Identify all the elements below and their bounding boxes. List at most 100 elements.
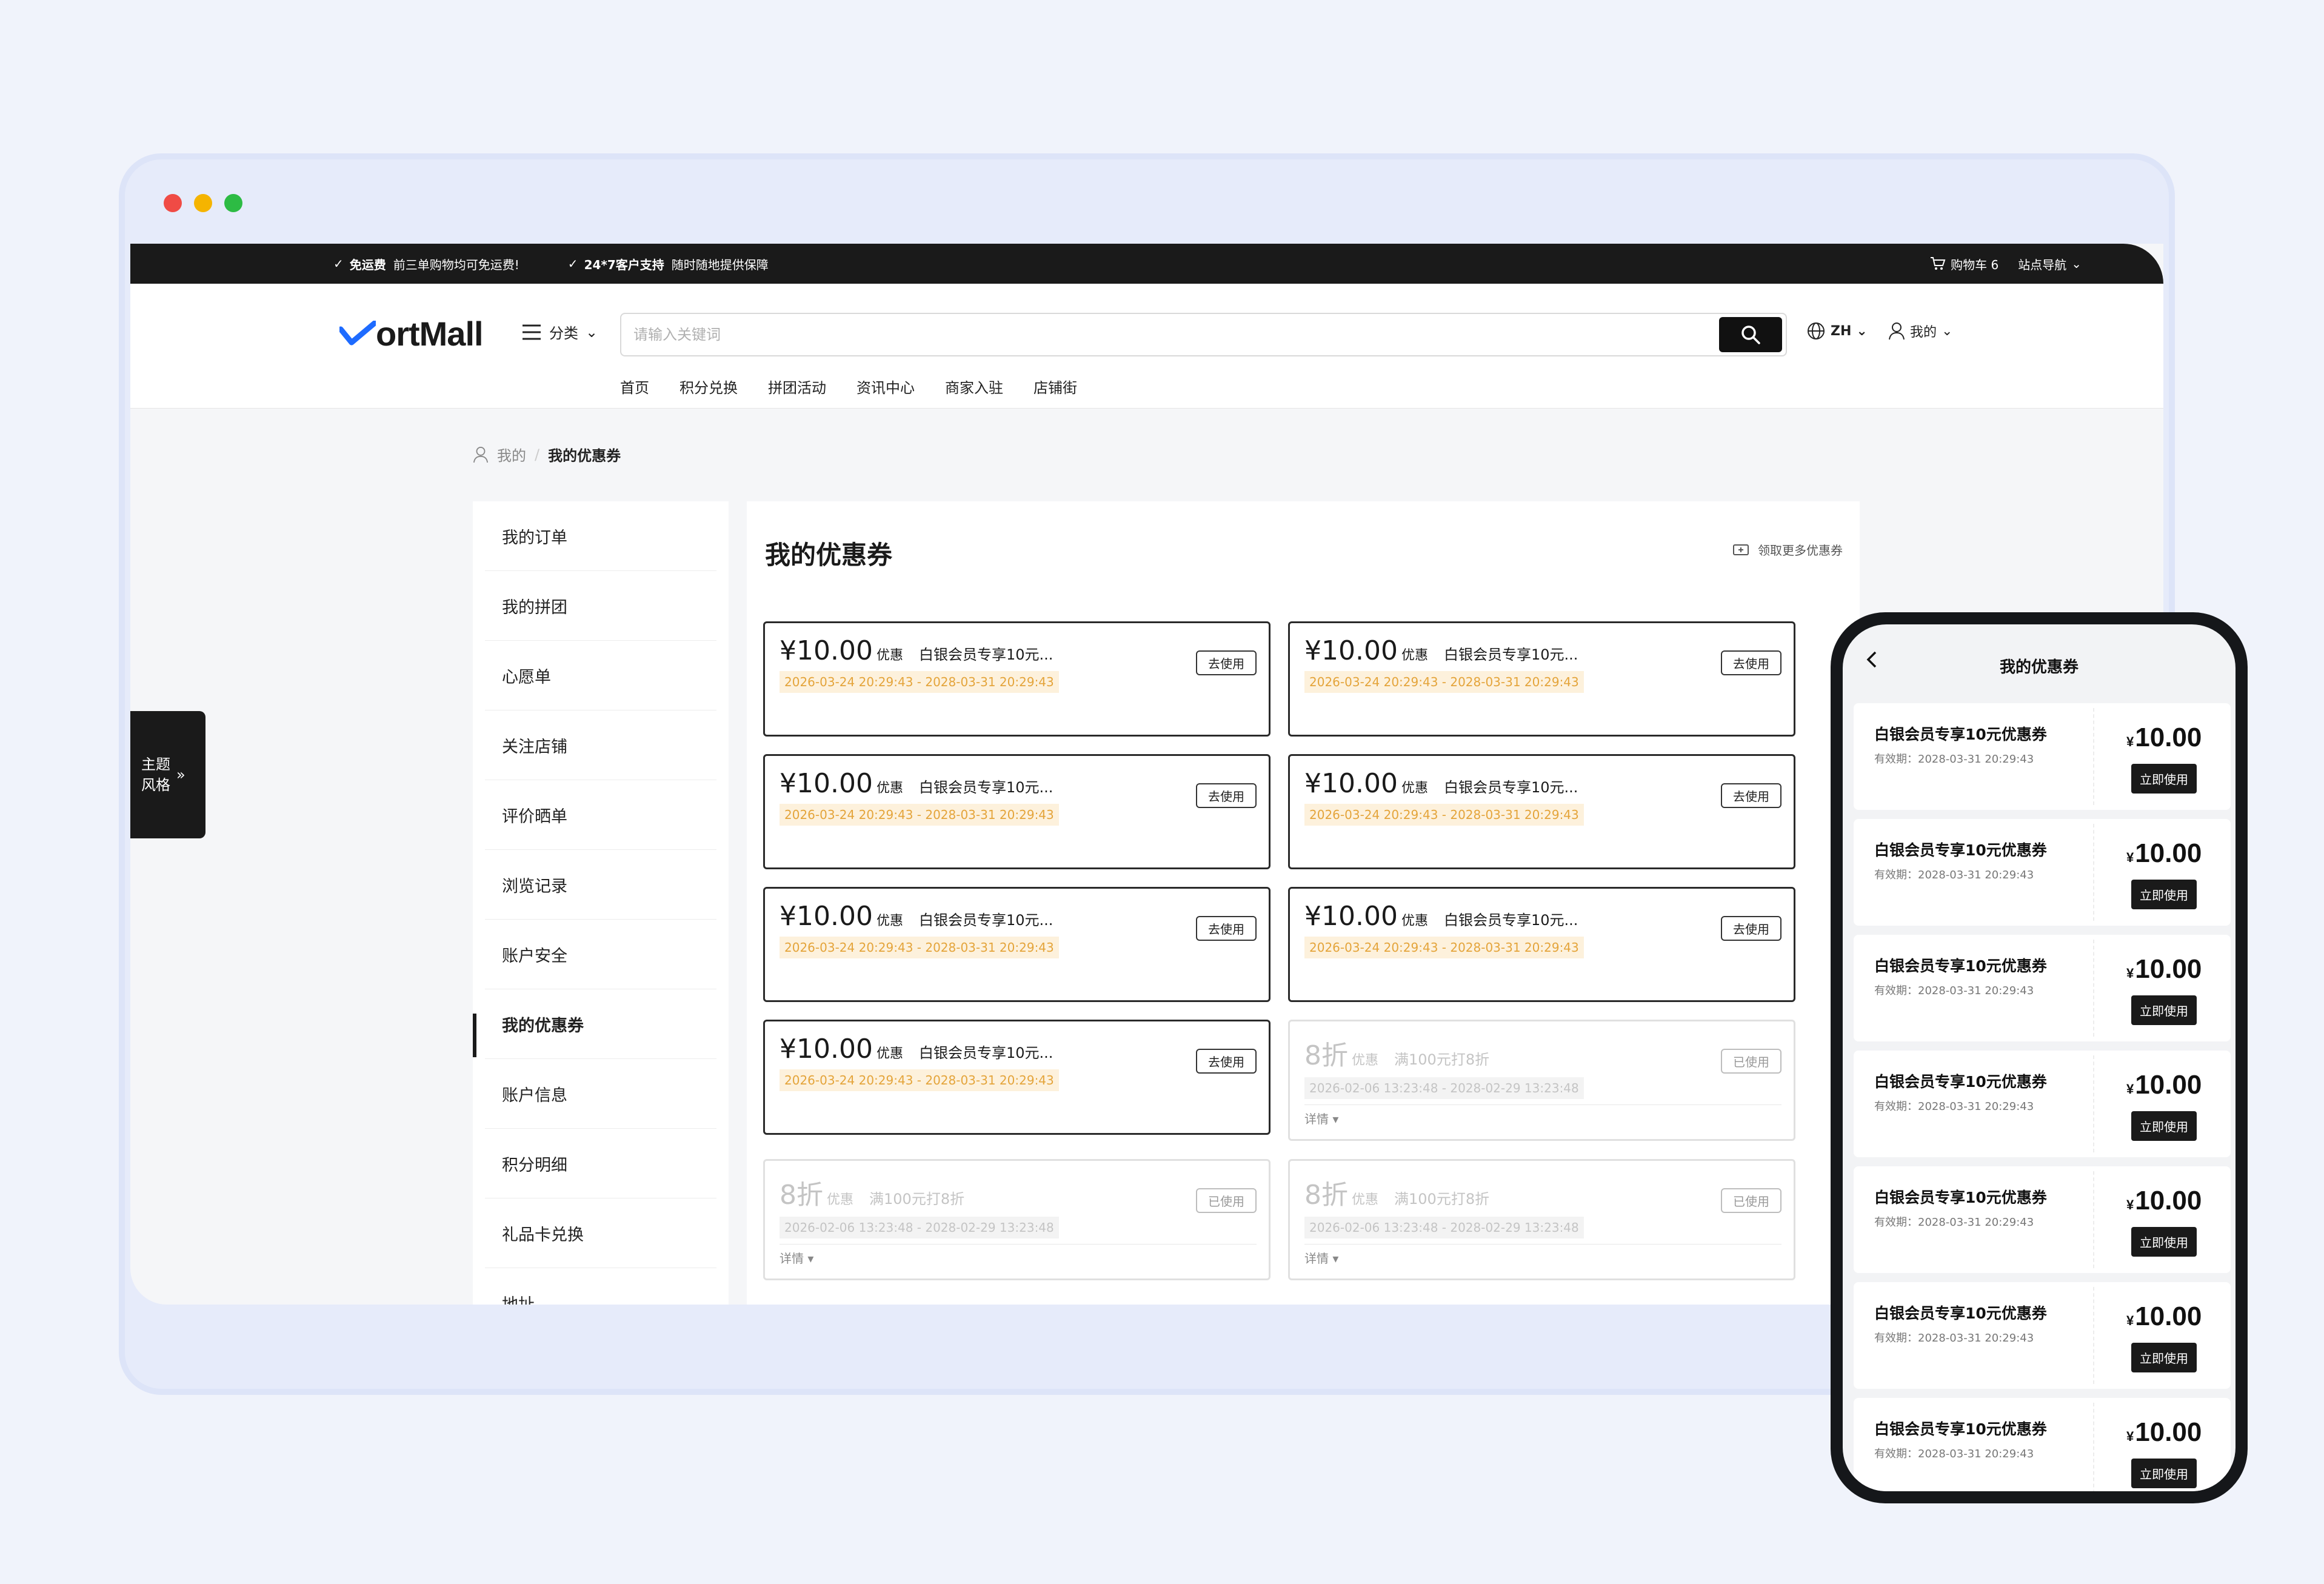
sidebar-item-account-info[interactable]: 账户信息 [485,1059,716,1129]
use-now-button[interactable]: 立即使用 [2131,995,2197,1025]
get-more-coupons-link[interactable]: 领取更多优惠券 [1732,541,1843,558]
phone-page-title: 我的优惠券 [1999,658,2079,677]
phone-coupon-card: 白银会员专享10元优惠券 有效期：2028-03-31 20:29:43 ¥10… [1854,1398,2231,1491]
phone-coupon-card: 白银会员专享10元优惠券 有效期：2028-03-31 20:29:43 ¥10… [1854,1282,2231,1389]
search-button[interactable] [1719,317,1782,352]
nav-item-points[interactable]: 积分兑换 [680,376,738,397]
sidebar-item-wishlist[interactable]: 心愿单 [485,641,716,710]
use-coupon-button[interactable]: 去使用 [1721,783,1781,808]
breadcrumb-parent[interactable]: 我的 [497,444,526,465]
used-coupon-card: 8折 优惠 满100元打8折 2026-02-06 13:23:48 - 2028-… [1288,1020,1795,1141]
nav-item-shops[interactable]: 店铺街 [1033,376,1077,397]
maximize-dot[interactable] [224,194,242,212]
logo-mark-icon [339,320,376,345]
coupon-detail-toggle[interactable]: 详情 ▾ [1304,1249,1338,1266]
sidebar-item-security[interactable]: 账户安全 [485,920,716,989]
logo-text: ortMall [376,315,484,353]
account-label: 我的 [1910,325,1937,340]
phone-coupon-card: 白银会员专享10元优惠券 有效期：2028-03-31 20:29:43 ¥10… [1854,1051,2231,1157]
use-coupon-button[interactable]: 去使用 [1196,650,1257,675]
phone-coupon-price: ¥10.00 [2126,1186,2202,1216]
theme-style-toggle[interactable]: 主题 风格 » [130,711,205,838]
sidebar-item-orders[interactable]: 我的订单 [485,501,716,571]
phone-coupon-price: ¥10.00 [2126,838,2202,869]
coupon-amount: 8折 [1304,1180,1348,1211]
sidebar-item-group-buy[interactable]: 我的拼团 [485,571,716,641]
use-now-button[interactable]: 立即使用 [2131,764,2197,794]
coupon-date: 2026-03-24 20:29:43 - 2028-03-31 20:29:4… [780,1069,1059,1091]
close-dot[interactable] [164,194,182,212]
used-coupon-card: 8折 优惠 满100元打8折 2026-02-06 13:23:48 - 2028-… [763,1159,1271,1280]
page-title: 我的优惠券 [765,540,893,570]
use-coupon-button[interactable]: 去使用 [1196,1049,1257,1074]
main-nav: 首页 积分兑换 拼团活动 资讯中心 商家入驻 店铺街 [620,376,1077,397]
account-sidebar: 我的订单 我的拼团 心愿单 关注店铺 评价晒单 浏览记录 账户安全 我的优惠券 … [473,501,729,1305]
nav-item-group-buy[interactable]: 拼团活动 [768,376,826,397]
use-now-button[interactable]: 立即使用 [2131,1459,2197,1488]
sidebar-item-address[interactable]: 地址 [485,1268,716,1305]
coupon-card: ¥10.00 优惠 白银会员专享10元... 2026-03-24 20:29:43… [763,887,1271,1002]
get-more-coupons-label: 领取更多优惠券 [1758,543,1843,558]
coupon-unit: 优惠 [1401,781,1428,796]
phone-coupon-name: 白银会员专享10元优惠券 [1874,1073,2047,1091]
language-switcher[interactable]: ZH ⌄ [1806,321,1868,341]
phone-coupon-name: 白银会员专享10元优惠券 [1874,841,2047,859]
phone-coupon-price: ¥10.00 [2126,1417,2202,1448]
use-coupon-button[interactable]: 去使用 [1721,916,1781,941]
use-now-button[interactable]: 立即使用 [2131,880,2197,909]
coupon-date: 2026-03-24 20:29:43 - 2028-03-31 20:29:4… [780,804,1059,826]
sidebar-item-reviews[interactable]: 评价晒单 [485,780,716,850]
sidebar-item-gift-card[interactable]: 礼品卡兑换 [485,1198,716,1268]
use-now-button[interactable]: 立即使用 [2131,1111,2197,1141]
nav-item-home[interactable]: 首页 [620,376,649,397]
nav-item-news[interactable]: 资讯中心 [856,376,915,397]
coupon-date: 2026-03-24 20:29:43 - 2028-03-31 20:29:4… [1304,671,1584,693]
coupons-panel: 我的优惠券 领取更多优惠券 ¥10.00 优惠 白银会员专享10元... 2026-… [747,501,1860,1305]
phone-screen: 我的优惠券 白银会员专享10元优惠券 有效期：2028-03-31 20:29:… [1843,624,2236,1491]
sidebar-item-history[interactable]: 浏览记录 [485,850,716,920]
use-now-button[interactable]: 立即使用 [2131,1343,2197,1372]
price-value: 10.00 [2135,1417,2202,1447]
coupon-date: 2026-02-06 13:23:48 - 2028-02-29 13:23:4… [1304,1077,1584,1099]
coupon-card: ¥10.00 优惠 白银会员专享10元... 2026-03-24 20:29:43… [763,1020,1271,1135]
coupon-detail-toggle[interactable]: 详情 ▾ [1304,1109,1338,1127]
use-coupon-button[interactable]: 去使用 [1196,916,1257,941]
coupon-desc: 白银会员专享10元... [918,1044,1053,1061]
site-nav-dropdown[interactable]: 站点导航 ⌄ [2018,255,2082,273]
use-now-button[interactable]: 立即使用 [2131,1227,2197,1257]
used-badge: 已使用 [1721,1188,1781,1213]
sidebar-item-coupons[interactable]: 我的优惠券 [473,989,716,1059]
check-icon: ✓ [333,256,344,271]
sidebar-item-points-detail[interactable]: 积分明细 [485,1129,716,1198]
coupon-icon [1733,544,1749,555]
coupon-card: ¥10.00 优惠 白银会员专享10元... 2026-03-24 20:29:43… [1288,887,1795,1002]
coupon-desc: 满100元打8折 [1394,1191,1490,1208]
chevron-down-icon: ⌄ [1942,323,1953,339]
search-input[interactable] [633,326,1719,343]
coupon-desc: 白银会员专享10元... [918,912,1053,929]
use-coupon-button[interactable]: 去使用 [1721,650,1781,675]
coupon-amount: ¥10.00 [780,901,873,932]
phone-coupon-validity: 有效期：2028-03-31 20:29:43 [1874,1216,2034,1229]
cart-link[interactable]: 购物车 6 [1930,255,1998,273]
coupon-unit: 优惠 [876,781,903,796]
phone-coupon-name: 白银会员专享10元优惠券 [1874,726,2047,743]
currency-symbol: ¥ [2126,1429,2134,1444]
account-menu[interactable]: 我的 ⌄ [1888,321,1952,341]
promo-support: ✓ 24*7客户支持 随时随地提供保障 [568,255,769,273]
coupon-unit: 优惠 [876,648,903,663]
phone-coupon-validity: 有效期：2028-03-31 20:29:43 [1874,1332,2034,1345]
phone-coupon-price: ¥10.00 [2126,723,2202,753]
site-logo[interactable]: ortMall [339,314,484,353]
coupon-detail-toggle[interactable]: 详情 ▾ [780,1249,813,1266]
nav-item-merchant[interactable]: 商家入驻 [945,376,1003,397]
use-coupon-button[interactable]: 去使用 [1196,783,1257,808]
sidebar-item-followed-shops[interactable]: 关注店铺 [485,710,716,780]
search-bar [620,313,1787,356]
coupon-amount: ¥10.00 [780,635,873,666]
currency-symbol: ¥ [2126,1313,2134,1328]
coupon-desc: 白银会员专享10元... [918,779,1053,796]
category-menu[interactable]: 分类 ⌄ [521,321,598,343]
coupon-unit: 优惠 [1352,1192,1379,1208]
minimize-dot[interactable] [194,194,212,212]
